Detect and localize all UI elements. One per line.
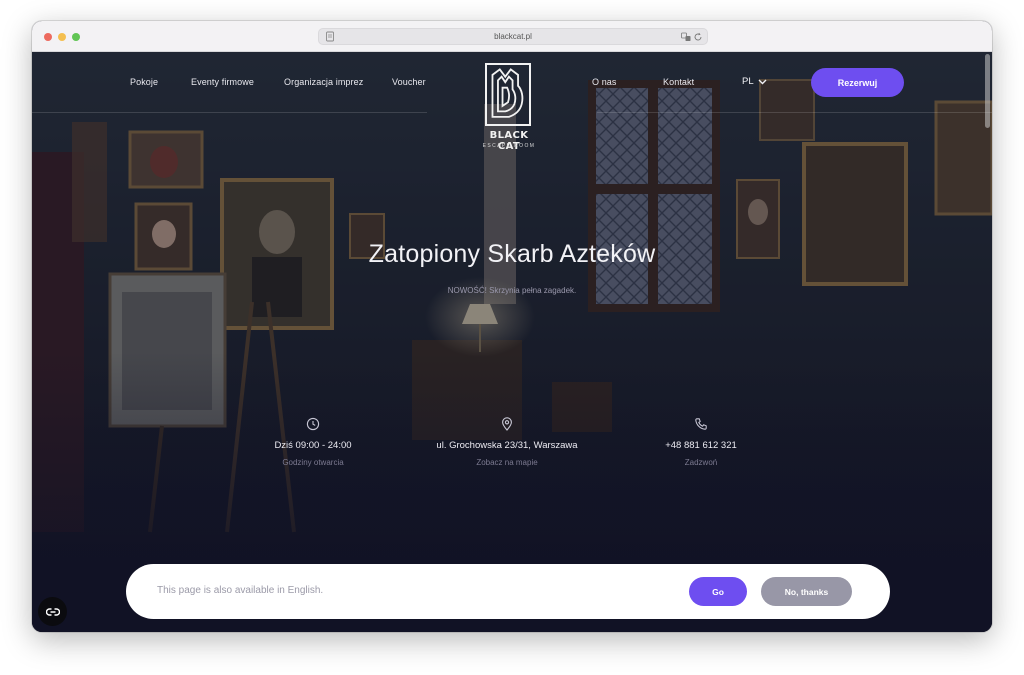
nav-item-o-nas[interactable]: O nas — [592, 77, 617, 87]
browser-window: blackcat.pl Pokoje Eventy firmowe Organi… — [32, 21, 992, 632]
language-label: PL — [742, 76, 754, 87]
address-bar[interactable]: blackcat.pl — [318, 28, 708, 45]
zoom-window-button[interactable] — [72, 33, 80, 41]
chevron-down-icon — [758, 79, 767, 84]
address-text: ul. Grochowska 23/31, Warszawa — [436, 440, 578, 451]
hero-title: Zatopiony Skarb Azteków — [368, 240, 656, 268]
info-address[interactable]: ul. Grochowska 23/31, Warszawa Zobacz na… — [407, 417, 607, 467]
clock-icon — [306, 417, 320, 431]
info-phone[interactable]: +48 881 612 321 Zadzwoń — [601, 417, 801, 467]
info-opening-hours[interactable]: Dziś 09:00 - 24:00 Godziny otwarcia — [213, 417, 413, 467]
go-button[interactable]: Go — [689, 577, 747, 606]
logo-subtitle: ESCAPE ROOM — [482, 143, 536, 149]
hero-subtitle: NOWOŚĆ! Skrzynia pełna zagadek. — [447, 286, 577, 295]
language-banner-message: This page is also available in English. — [157, 585, 324, 596]
phone-number-text: +48 881 612 321 — [665, 440, 737, 451]
nav-divider-left — [32, 112, 427, 113]
language-suggestion-banner: This page is also available in English. … — [126, 564, 890, 619]
reload-icon[interactable] — [693, 32, 703, 42]
page-scrollbar[interactable] — [985, 54, 990, 128]
nav-item-pokoje[interactable]: Pokoje — [130, 77, 158, 87]
nav-divider-right — [597, 112, 992, 113]
browser-titlebar: blackcat.pl — [32, 21, 992, 52]
opening-hours-text: Dziś 09:00 - 24:00 — [274, 440, 352, 451]
floating-widget-button[interactable] — [38, 597, 67, 626]
language-selector[interactable]: PL — [742, 76, 767, 87]
window-controls — [44, 33, 80, 41]
no-thanks-button[interactable]: No, thanks — [761, 577, 852, 606]
cat-logo-icon — [485, 63, 531, 126]
call-link[interactable]: Zadzwoń — [601, 458, 801, 467]
url-text: blackcat.pl — [494, 32, 532, 41]
see-on-map-link[interactable]: Zobacz na mapie — [407, 458, 607, 467]
page-viewport: Pokoje Eventy firmowe Organizacja imprez… — [32, 52, 992, 632]
nav-item-kontakt[interactable]: Kontakt — [663, 77, 694, 87]
phone-icon — [695, 418, 707, 430]
opening-hours-label: Godziny otwarcia — [282, 458, 344, 467]
nav-item-organizacja-imprez[interactable]: Organizacja imprez — [284, 77, 363, 87]
location-pin-icon — [502, 417, 512, 431]
nav-item-eventy-firmowe[interactable]: Eventy firmowe — [191, 77, 254, 87]
nav-item-voucher[interactable]: Voucher — [392, 77, 426, 87]
translate-icon[interactable] — [681, 32, 691, 42]
brand-logo[interactable]: BLACK CAT ESCAPE ROOM — [480, 62, 534, 154]
book-button[interactable]: Rezerwuj — [811, 68, 904, 97]
link-icon — [45, 607, 60, 616]
close-window-button[interactable] — [44, 33, 52, 41]
minimize-window-button[interactable] — [58, 33, 66, 41]
